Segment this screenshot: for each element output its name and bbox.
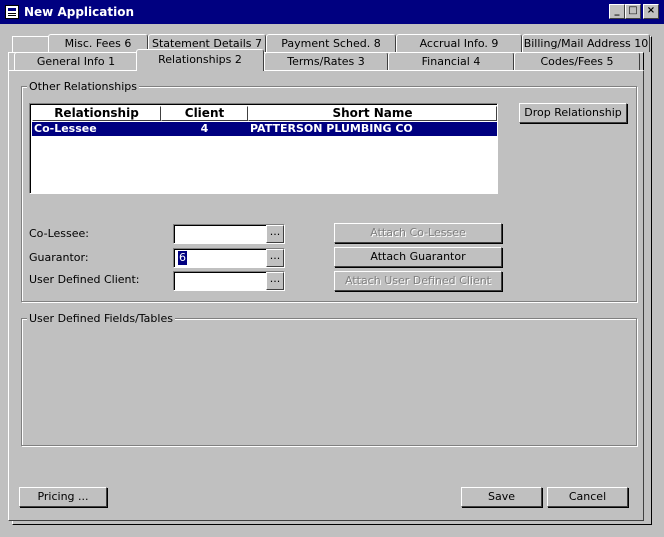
user-defined-client-browse-button[interactable]: ... xyxy=(266,272,284,290)
tab-label: Payment Sched. 8 xyxy=(281,37,381,50)
colessee-label: Co-Lessee: xyxy=(29,227,89,240)
tab-billing-mail-address[interactable]: Billing/Mail Address 10 xyxy=(522,34,650,52)
close-button[interactable]: × xyxy=(643,4,659,19)
tab-codes-fees[interactable]: Codes/Fees 5 xyxy=(514,52,640,70)
attach-colessee-button[interactable]: Attach Co-Lessee xyxy=(334,223,502,243)
minimize-button[interactable]: _ xyxy=(609,4,625,19)
tab-label: General Info 1 xyxy=(36,55,116,68)
tab-misc-fees[interactable]: Misc. Fees 6 xyxy=(48,34,148,52)
pricing-button[interactable]: Pricing ... xyxy=(19,487,107,507)
user-defined-fields-label: User Defined Fields/Tables xyxy=(27,312,175,325)
tab-terms-rates[interactable]: Terms/Rates 3 xyxy=(264,52,388,70)
colessee-browse-button[interactable]: ... xyxy=(266,225,284,243)
table-row[interactable]: Co-Lessee 4 PATTERSON PLUMBING CO xyxy=(32,122,497,136)
tab-label: Accrual Info. 9 xyxy=(419,37,499,50)
cell-short-name: PATTERSON PLUMBING CO xyxy=(250,122,413,135)
maximize-button[interactable]: □ xyxy=(625,4,641,19)
other-relationships-label: Other Relationships xyxy=(27,80,139,93)
tab-relationships[interactable]: Relationships 2 xyxy=(136,49,264,71)
app-icon xyxy=(5,5,19,19)
tab-label: Relationships 2 xyxy=(158,53,242,66)
tab-general-info[interactable]: General Info 1 xyxy=(14,52,138,70)
tab-label: Codes/Fees 5 xyxy=(540,55,614,68)
cell-client: 4 xyxy=(200,122,209,135)
tab-label: Terms/Rates 3 xyxy=(287,55,365,68)
column-header-relationship[interactable]: Relationship xyxy=(32,106,161,121)
attach-user-defined-client-button[interactable]: Attach User Defined Client xyxy=(334,271,502,291)
cancel-button[interactable]: Cancel xyxy=(547,487,628,507)
tab-label: Misc. Fees 6 xyxy=(64,37,132,50)
tab-label: Billing/Mail Address 10 xyxy=(523,37,649,50)
tab-label: Financial 4 xyxy=(421,55,481,68)
guarantor-value: 6 xyxy=(178,251,187,265)
user-defined-fields-group xyxy=(21,318,637,446)
drop-relationship-button[interactable]: Drop Relationship xyxy=(519,103,627,123)
user-defined-client-label: User Defined Client: xyxy=(29,273,140,286)
column-header-short-name[interactable]: Short Name xyxy=(248,106,497,121)
tab-payment-sched[interactable]: Payment Sched. 8 xyxy=(266,34,396,52)
guarantor-label: Guarantor: xyxy=(29,251,89,264)
window-title: New Application xyxy=(24,5,134,19)
guarantor-browse-button[interactable]: ... xyxy=(266,249,284,267)
title-bar[interactable]: New Application _ □ × xyxy=(0,0,664,24)
cell-relationship: Co-Lessee xyxy=(34,122,97,135)
column-header-client[interactable]: Client xyxy=(161,106,248,121)
tab-accrual-info[interactable]: Accrual Info. 9 xyxy=(396,34,522,52)
attach-guarantor-button[interactable]: Attach Guarantor xyxy=(334,247,502,267)
relationships-grid[interactable]: Relationship Client Short Name Co-Lessee… xyxy=(29,103,498,194)
save-button[interactable]: Save xyxy=(461,487,542,507)
tab-financial[interactable]: Financial 4 xyxy=(388,52,514,70)
